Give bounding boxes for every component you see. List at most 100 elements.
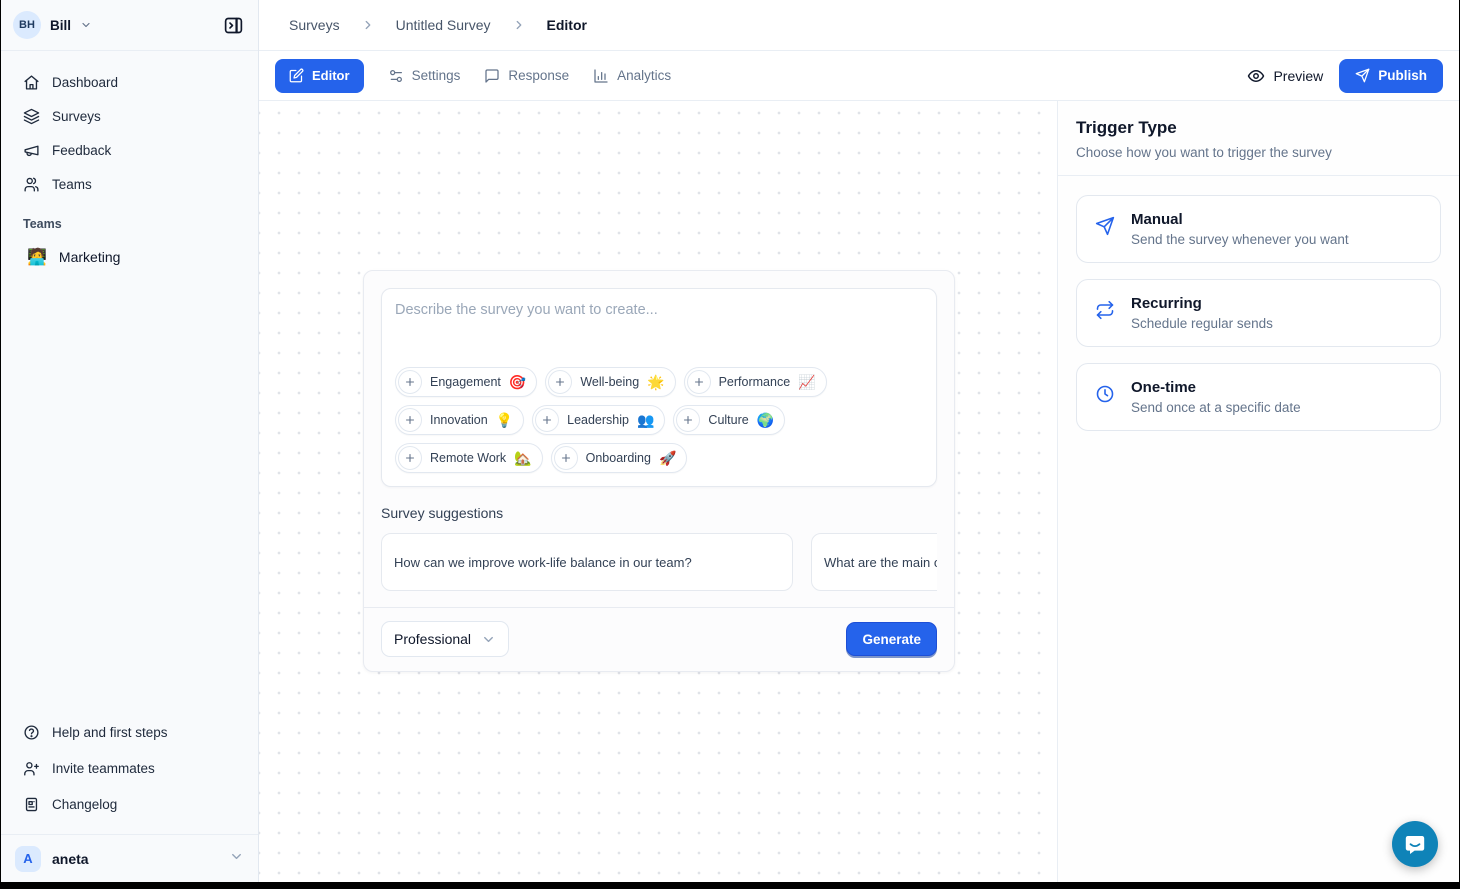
workspace-name: Bill (50, 18, 71, 33)
tab-editor[interactable]: Editor (275, 59, 364, 93)
workspace-avatar: BH (13, 11, 41, 39)
tab-label: Editor (312, 68, 350, 83)
panel-collapse-icon (223, 15, 244, 36)
edit-icon (289, 68, 304, 83)
sidebar-item-help[interactable]: Help and first steps (13, 714, 246, 750)
breadcrumb-surveys[interactable]: Surveys (289, 17, 340, 33)
layers-icon (23, 108, 40, 125)
tab-response[interactable]: Response (484, 68, 569, 84)
option-text: Manual Send the survey whenever you want (1131, 211, 1349, 247)
repeat-icon (1095, 300, 1115, 331)
eye-icon (1247, 67, 1265, 85)
collapse-sidebar-button[interactable] (220, 12, 246, 38)
chevron-right-icon (512, 18, 526, 32)
sidebar-item-surveys[interactable]: Surveys (13, 99, 246, 133)
teams-section-label: Teams (23, 217, 236, 231)
trigger-options: Manual Send the survey whenever you want… (1058, 176, 1459, 450)
suggestions-row: How can we improve work-life balance in … (381, 533, 937, 591)
sidebar-item-changelog[interactable]: Changelog (13, 786, 246, 822)
sidebar-item-label: Teams (52, 177, 92, 192)
topic-chip-innovation[interactable]: Innovation 💡 (395, 405, 524, 435)
panel-header: Trigger Type Choose how you want to trig… (1058, 101, 1459, 176)
breadcrumb-untitled-survey[interactable]: Untitled Survey (396, 17, 491, 33)
megaphone-icon (23, 142, 40, 159)
user-menu[interactable]: A aneta (1, 834, 258, 882)
suggestion-card[interactable]: How can we improve work-life balance in … (381, 533, 793, 591)
sidebar-item-feedback[interactable]: Feedback (13, 133, 246, 167)
technologist-emoji-icon: 🧑‍💻 (27, 247, 47, 267)
topic-chip-engagement[interactable]: Engagement 🎯 (395, 367, 537, 397)
prompt-card: Engagement 🎯 Well-being 🌟 Performance (381, 288, 937, 487)
home-icon (23, 74, 40, 91)
bulb-emoji-icon: 💡 (496, 412, 513, 429)
sidebar-footer-nav: Help and first steps Invite teammates Ch… (1, 708, 258, 826)
sidebar-item-label: Surveys (52, 109, 101, 124)
sidebar-spacer (1, 275, 258, 708)
trigger-option-manual[interactable]: Manual Send the survey whenever you want (1076, 195, 1441, 263)
bar-chart-icon (593, 68, 609, 84)
panel-subtitle: Choose how you want to trigger the surve… (1076, 145, 1441, 160)
target-emoji-icon: 🎯 (509, 374, 526, 391)
composer-footer: Professional Generate (364, 607, 954, 671)
people-emoji-icon: 👥 (637, 412, 654, 429)
sidebar-item-label: Dashboard (52, 75, 118, 90)
topic-chip-performance[interactable]: Performance 📈 (684, 367, 827, 397)
sidebar-nav: Dashboard Surveys Feedback Teams Teams 🧑… (1, 51, 258, 275)
topic-chip-leadership[interactable]: Leadership 👥 (532, 405, 665, 435)
sidebar-item-invite-teammates[interactable]: Invite teammates (13, 750, 246, 786)
editor-canvas[interactable]: Engagement 🎯 Well-being 🌟 Performance (259, 101, 1057, 882)
rocket-emoji-icon: 🚀 (659, 450, 676, 467)
tab-analytics[interactable]: Analytics (593, 68, 671, 84)
plus-icon (548, 370, 572, 394)
option-title: Manual (1131, 211, 1349, 228)
suggestion-card[interactable]: What are the main ob (811, 533, 937, 591)
tab-settings[interactable]: Settings (388, 68, 461, 84)
option-description: Send once at a specific date (1131, 400, 1301, 415)
sidebar-item-label: Invite teammates (52, 761, 155, 776)
sidebar-item-label: Changelog (52, 797, 117, 812)
chevron-down-icon (481, 632, 496, 647)
plus-icon (398, 446, 422, 470)
chevron-down-icon (229, 849, 244, 869)
house-emoji-icon: 🏡 (514, 450, 531, 467)
chevron-down-icon (80, 19, 92, 31)
send-icon (1095, 216, 1115, 247)
chat-bubble-icon (484, 68, 500, 84)
sidebar-item-teams[interactable]: Teams (13, 167, 246, 201)
chart-emoji-icon: 📈 (798, 374, 815, 391)
send-icon (1355, 68, 1370, 83)
plus-icon (687, 370, 711, 394)
content-area: Engagement 🎯 Well-being 🌟 Performance (259, 101, 1459, 882)
survey-prompt-input[interactable] (395, 302, 923, 362)
generate-button[interactable]: Generate (846, 622, 937, 656)
topic-chip-remote-work[interactable]: Remote Work 🏡 (395, 443, 543, 473)
publish-button[interactable]: Publish (1339, 59, 1443, 93)
app-window: BH Bill Dashboard Surveys Feedback (1, 0, 1459, 882)
trigger-type-panel: Trigger Type Choose how you want to trig… (1057, 101, 1459, 882)
preview-label: Preview (1273, 68, 1323, 84)
ai-composer-card: Engagement 🎯 Well-being 🌟 Performance (363, 270, 955, 672)
help-circle-icon (23, 724, 40, 741)
preview-button[interactable]: Preview (1247, 67, 1323, 85)
tab-label: Response (508, 68, 569, 83)
option-description: Send the survey whenever you want (1131, 232, 1349, 247)
breadcrumb: Surveys Untitled Survey Editor (259, 0, 1459, 51)
topic-chip-culture[interactable]: Culture 🌍 (673, 405, 785, 435)
sidebar: BH Bill Dashboard Surveys Feedback (1, 0, 259, 882)
main-area: Surveys Untitled Survey Editor Editor Se… (259, 0, 1459, 882)
topic-chip-onboarding[interactable]: Onboarding 🚀 (551, 443, 688, 473)
chat-launcher-button[interactable] (1392, 821, 1438, 867)
sidebar-item-dashboard[interactable]: Dashboard (13, 65, 246, 99)
toolbar-right: Preview Publish (1247, 59, 1443, 93)
option-title: Recurring (1131, 295, 1273, 312)
trigger-option-one-time[interactable]: One-time Send once at a specific date (1076, 363, 1441, 431)
sidebar-item-label: Help and first steps (52, 725, 168, 740)
topic-chip-well-being[interactable]: Well-being 🌟 (545, 367, 675, 397)
option-text: Recurring Schedule regular sends (1131, 295, 1273, 331)
sidebar-item-marketing[interactable]: 🧑‍💻 Marketing (13, 239, 246, 275)
tone-select[interactable]: Professional (381, 621, 509, 657)
option-text: One-time Send once at a specific date (1131, 379, 1301, 415)
user-avatar: A (15, 846, 41, 872)
workspace-switcher[interactable]: BH Bill (1, 0, 258, 51)
trigger-option-recurring[interactable]: Recurring Schedule regular sends (1076, 279, 1441, 347)
